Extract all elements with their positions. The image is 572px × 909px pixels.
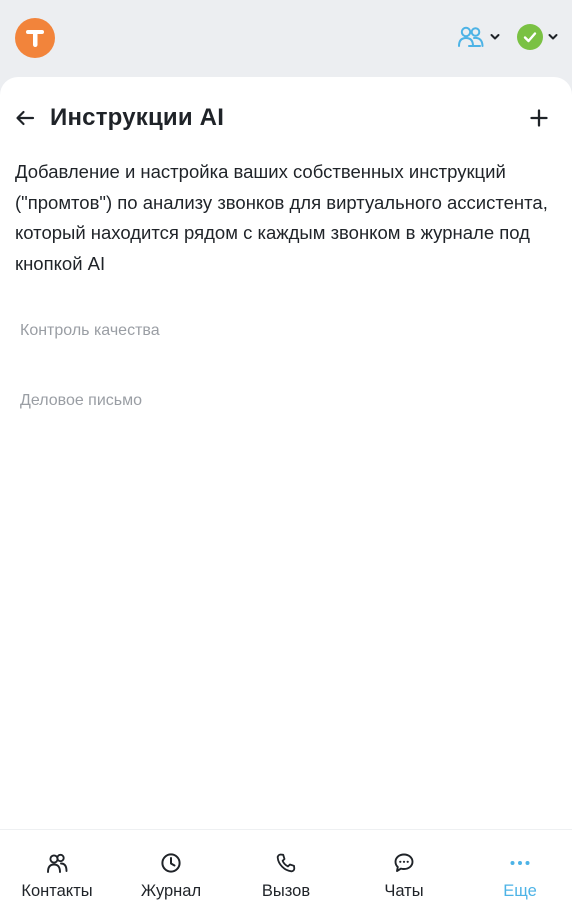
arrow-left-icon (16, 110, 35, 126)
plus-icon (530, 109, 548, 127)
users-icon (458, 26, 484, 47)
prompt-item-business-letter[interactable]: Деловое письмо (20, 392, 142, 410)
page-header: Инструкции AI (0, 97, 572, 139)
bottom-nav: Контакты Журнал Вызов Чаты Еще (0, 829, 572, 909)
users-menu-button[interactable] (457, 22, 500, 52)
nav-item-call[interactable]: Вызов (229, 830, 343, 909)
chevron-down-icon (490, 34, 500, 40)
prompt-item-quality-control[interactable]: Контроль качества (20, 322, 160, 340)
nav-item-chats[interactable]: Чаты (347, 830, 461, 909)
phone-icon (276, 853, 296, 873)
nav-label: Контакты (21, 882, 93, 900)
nav-label: Вызов (261, 882, 311, 900)
add-prompt-button[interactable] (524, 103, 554, 133)
chevron-down-icon (548, 34, 558, 40)
page-description: Добавление и настройка ваших собственных… (15, 161, 548, 274)
clock-icon (161, 853, 181, 873)
app-logo (15, 18, 55, 58)
back-button[interactable] (10, 103, 40, 133)
nav-label: Чаты (384, 882, 424, 900)
more-icon (510, 861, 530, 865)
nav-item-journal[interactable]: Журнал (114, 830, 228, 909)
status-menu-button[interactable] (517, 22, 558, 52)
page-title: Инструкции AI (50, 104, 225, 131)
logo-letter-t-icon (26, 30, 44, 47)
nav-label: Еще (503, 882, 537, 900)
nav-item-more[interactable]: Еще (463, 830, 572, 909)
content-card: Инструкции AI Добавление и настройка ваш… (0, 77, 572, 837)
chat-icon (394, 853, 414, 872)
contacts-icon (47, 853, 68, 873)
nav-label: Журнал (140, 882, 202, 900)
nav-item-contacts[interactable]: Контакты (0, 830, 114, 909)
top-bar (0, 0, 572, 80)
check-circle-icon (517, 24, 543, 50)
